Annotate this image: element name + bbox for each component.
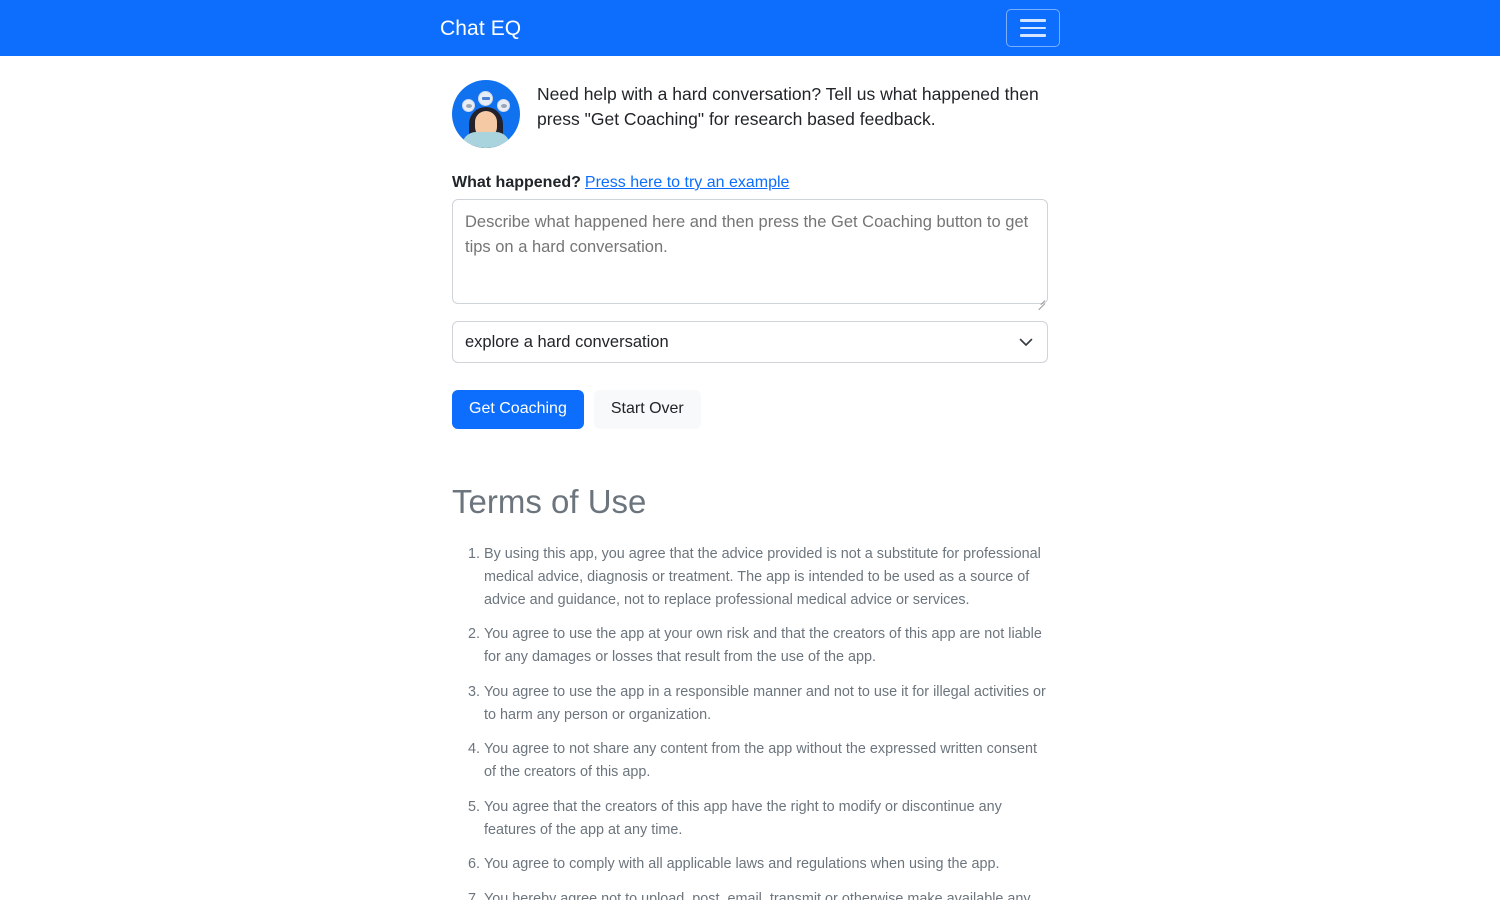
what-happened-input[interactable]: [452, 199, 1048, 305]
conversation-goal-select[interactable]: explore a hard conversation: [452, 321, 1048, 364]
coaching-form: What happened? Press here to try an examp…: [452, 173, 1048, 429]
list-item: You agree to use the app in a responsibl…: [484, 681, 1048, 727]
start-over-button[interactable]: Start Over: [593, 390, 701, 429]
intro-text: Need help with a hard conversation? Tell…: [537, 84, 1039, 130]
main-container: Need help with a hard conversation? Tell…: [452, 56, 1048, 900]
emotion-bubble-icon: [497, 99, 510, 112]
list-item: You hereby agree not to upload, post, em…: [484, 888, 1048, 900]
what-happened-label: What happened?: [452, 174, 581, 191]
top-navbar: Chat EQ: [0, 0, 1500, 56]
list-item: By using this app, you agree that the ad…: [484, 543, 1048, 611]
avatar-shirt: [462, 132, 510, 148]
terms-of-use-list: By using this app, you agree that the ad…: [452, 543, 1048, 900]
list-item: You agree to not share any content from …: [484, 738, 1048, 784]
list-item: You agree to use the app at your own ris…: [484, 623, 1048, 669]
hamburger-menu-icon: [1020, 26, 1046, 30]
get-coaching-button[interactable]: Get Coaching: [452, 390, 584, 429]
emotion-bubble-icon: [462, 99, 475, 112]
list-item: You agree to comply with all applicable …: [484, 853, 1048, 876]
what-happened-textarea-wrap: [452, 199, 1048, 311]
what-happened-label-row: What happened? Press here to try an examp…: [452, 173, 1048, 192]
emotion-bubble-icon: [478, 91, 493, 106]
hamburger-menu-icon: [1020, 19, 1046, 22]
navbar-toggle-button[interactable]: [1006, 9, 1060, 47]
navbar-inner: Chat EQ: [0, 9, 1500, 47]
terms-of-use-section: Terms of Use By using this app, you agre…: [452, 482, 1048, 900]
brand-logo[interactable]: Chat EQ: [440, 18, 521, 39]
conversation-goal-select-wrap: explore a hard conversation: [452, 321, 1048, 364]
list-item: You agree that the creators of this app …: [484, 796, 1048, 842]
person-with-emotion-bubbles-avatar: [452, 80, 520, 148]
form-button-row: Get Coaching Start Over: [452, 390, 1048, 429]
intro-section: Need help with a hard conversation? Tell…: [452, 68, 1048, 148]
try-example-link[interactable]: Press here to try an example: [585, 174, 790, 191]
terms-of-use-title: Terms of Use: [452, 482, 647, 520]
hamburger-menu-icon: [1020, 34, 1046, 37]
